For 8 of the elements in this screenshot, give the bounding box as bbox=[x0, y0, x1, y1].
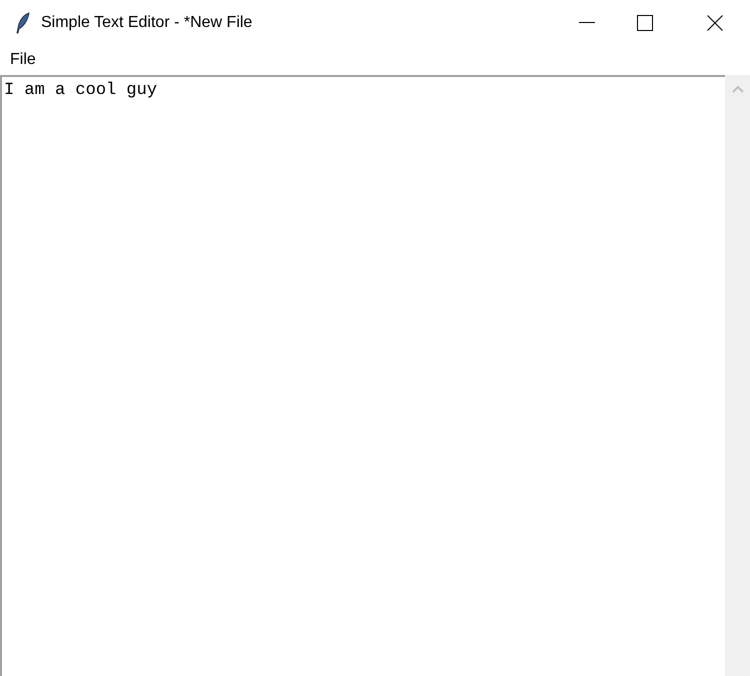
close-icon bbox=[707, 14, 723, 30]
scroll-up-icon[interactable] bbox=[732, 85, 744, 93]
maximize-icon bbox=[637, 14, 653, 30]
minimize-icon bbox=[579, 22, 595, 24]
window-title: Simple Text Editor - *New File bbox=[41, 12, 252, 32]
feather-icon bbox=[15, 12, 31, 34]
scrollbar[interactable] bbox=[725, 75, 750, 676]
menu-item[interactable]: File bbox=[0, 48, 46, 72]
